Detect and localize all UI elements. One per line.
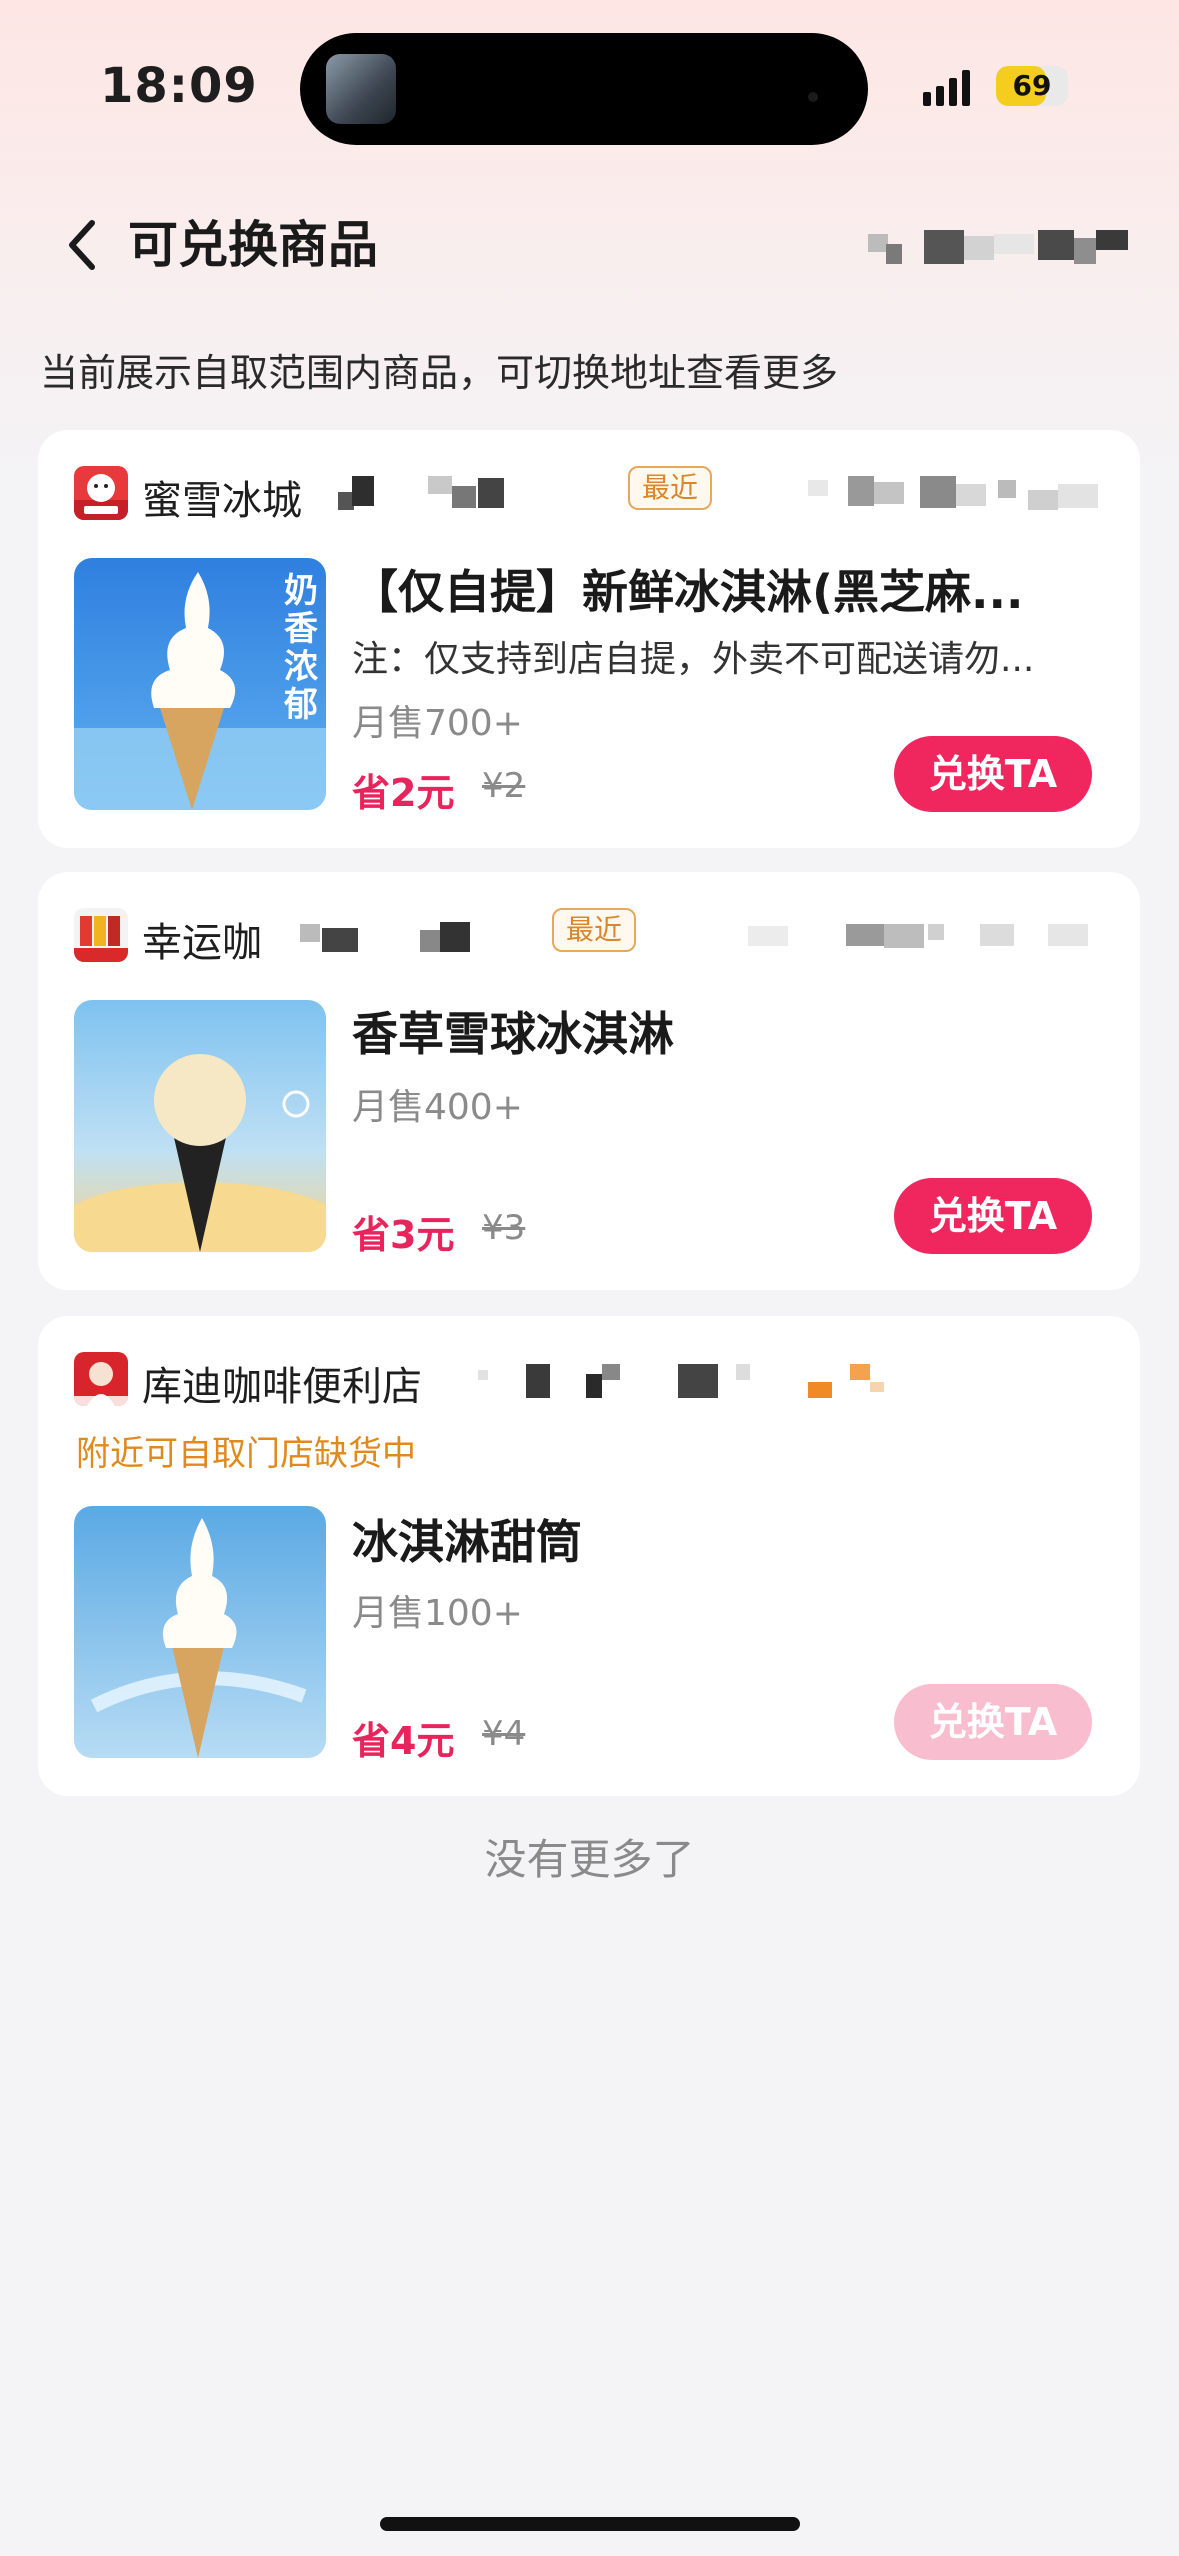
blurred-address-mosaic — [478, 1364, 884, 1398]
home-indicator[interactable] — [380, 2517, 800, 2531]
product-title[interactable]: 【仅自提】新鲜冰淇淋(黑芝麻... — [352, 556, 1112, 622]
original-price: ¥4 — [482, 1714, 526, 1754]
range-hint: 当前展示自取范围内商品，可切换地址查看更多 — [40, 351, 839, 395]
store-name[interactable]: 蜜雪冰城 — [142, 468, 302, 526]
island-media-thumbnail[interactable] — [326, 54, 396, 124]
store-name[interactable]: 库迪咖啡便利店 — [142, 1354, 422, 1412]
monthly-sales: 月售700+ — [352, 703, 523, 744]
product-card[interactable]: 蜜雪冰城 最近 奶香浓郁 【仅自提】新鲜冰淇淋(黑芝麻... 注：仅支持到店自提… — [38, 430, 1140, 848]
product-note: 注：仅支持到店自提，外卖不可配送请勿... — [352, 639, 1035, 680]
monthly-sales: 月售400+ — [352, 1087, 523, 1128]
original-price: ¥3 — [482, 1208, 526, 1248]
product-image-slogan: 奶香浓郁 — [284, 571, 318, 725]
product-card[interactable]: 库迪咖啡便利店 附近可自取门店缺货中 冰淇淋甜筒 月售100+ 省4元 ¥4 兑… — [38, 1316, 1140, 1796]
product-title[interactable]: 冰淇淋甜筒 — [352, 1506, 1112, 1572]
battery-level: 69 — [1012, 69, 1052, 102]
blurred-address-mosaic — [808, 476, 1098, 510]
store-logo-luckin-cup — [74, 908, 128, 962]
product-card[interactable]: 幸运咖 最近 香草雪球冰淇淋 月售400+ 省3元 ¥3 兑换TA — [38, 872, 1140, 1290]
island-indicator-dot — [808, 92, 818, 102]
redeem-button-disabled[interactable]: 兑换TA — [894, 1684, 1092, 1760]
savings-amount: 省4元 — [352, 1719, 455, 1763]
blurred-distance-mosaic — [338, 476, 504, 510]
store-logo-mixue — [74, 466, 128, 520]
blurred-distance-mosaic — [300, 922, 470, 952]
battery-icon: 69 — [996, 66, 1068, 106]
store-name[interactable]: 幸运咖 — [142, 910, 262, 968]
recent-tag: 最近 — [552, 908, 637, 952]
stock-notice: 附近可自取门店缺货中 — [76, 1434, 416, 1474]
recent-tag: 最近 — [628, 466, 713, 510]
redeem-button[interactable]: 兑换TA — [894, 1178, 1092, 1254]
original-price: ¥2 — [482, 766, 526, 806]
end-of-list: 没有更多了 — [484, 1835, 695, 1884]
blurred-location-mosaic[interactable] — [868, 226, 1133, 266]
product-title[interactable]: 香草雪球冰淇淋 — [352, 998, 1112, 1064]
store-logo-cotti — [74, 1352, 128, 1406]
cellular-signal-icon — [923, 66, 973, 106]
blurred-address-mosaic — [748, 924, 1088, 948]
status-time: 18:09 — [100, 58, 258, 114]
savings-amount: 省2元 — [352, 771, 455, 815]
savings-amount: 省3元 — [352, 1213, 455, 1257]
redeem-button[interactable]: 兑换TA — [894, 736, 1092, 812]
monthly-sales: 月售100+ — [352, 1593, 523, 1634]
back-arrow-icon[interactable] — [58, 215, 110, 275]
product-image[interactable] — [74, 1000, 326, 1252]
page-title: 可兑换商品 — [128, 216, 378, 274]
product-image[interactable] — [74, 1506, 326, 1758]
